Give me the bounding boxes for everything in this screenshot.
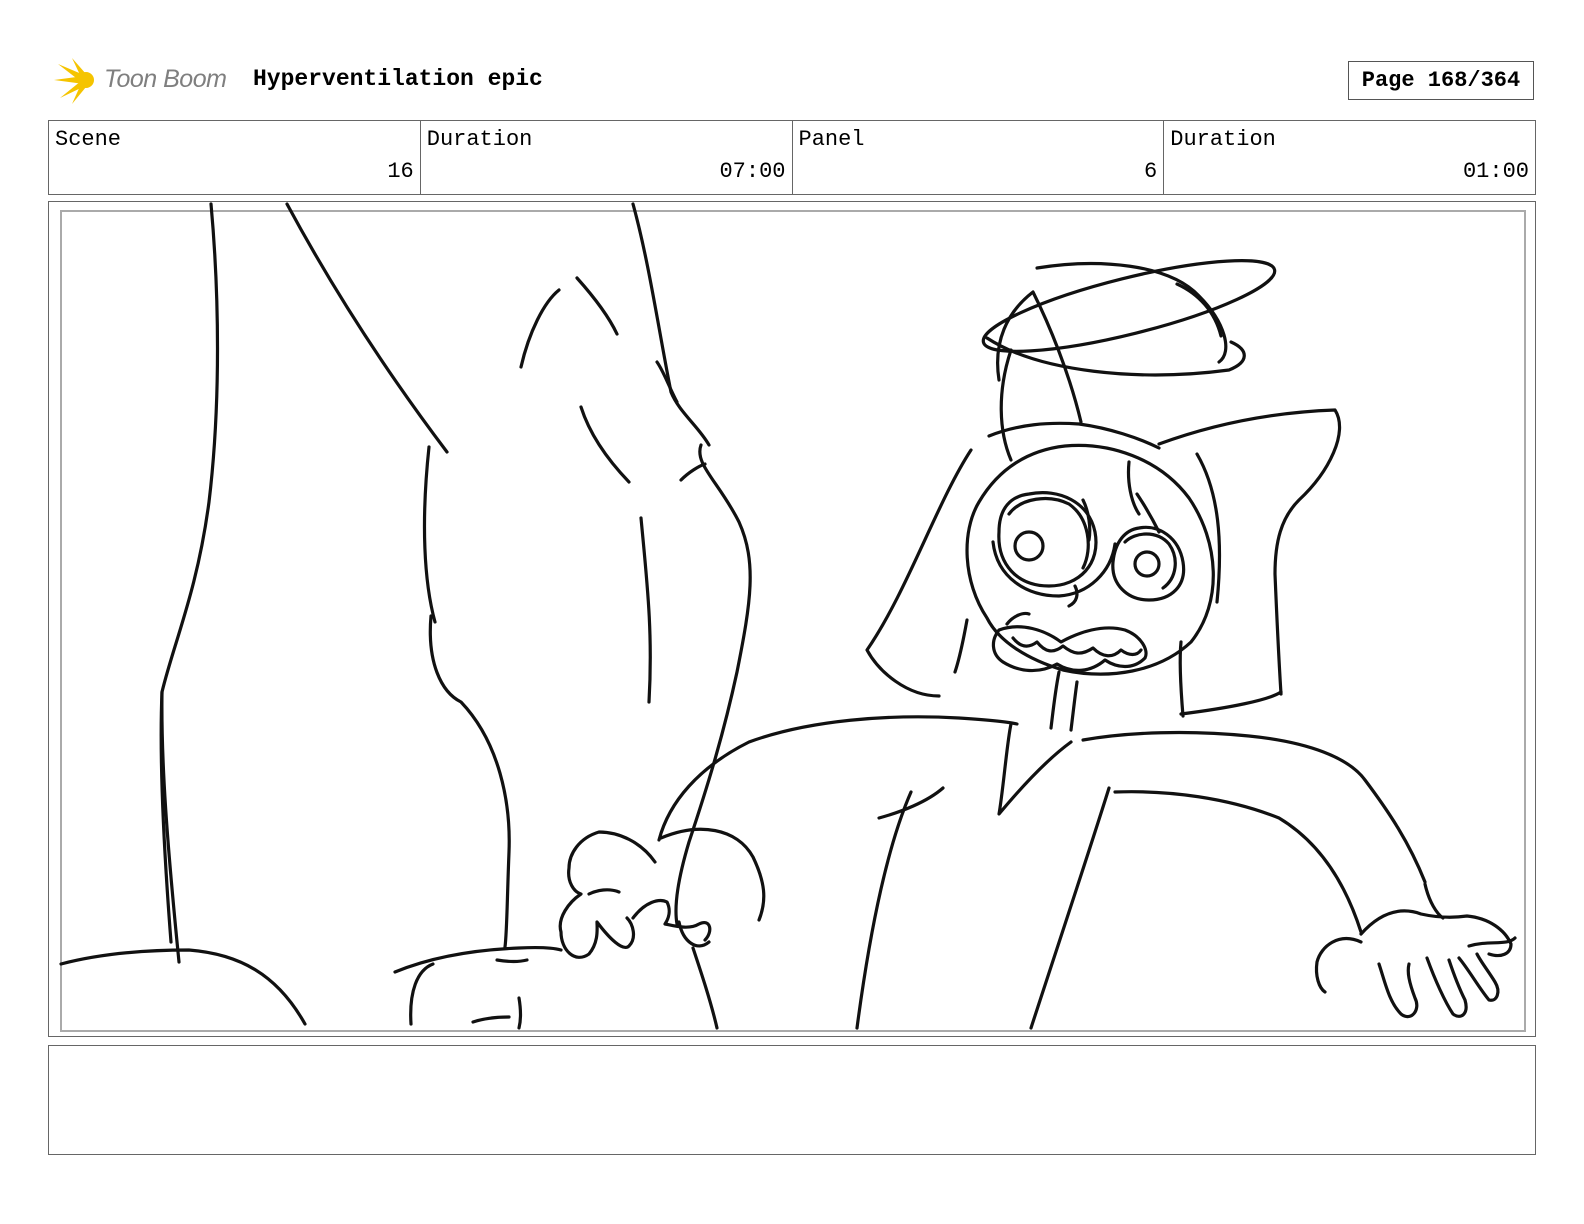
panel-notes-box [48, 1045, 1536, 1155]
scene-duration-cell: Duration 07:00 [421, 121, 793, 194]
project-title: Hyperventilation epic [253, 66, 543, 92]
toon-boom-logo: Toon Boom [50, 56, 240, 106]
storyboard-panel [48, 201, 1536, 1037]
scene-info-table: Scene 16 Duration 07:00 Panel 6 Duration… [48, 120, 1536, 195]
panel-duration-cell: Duration 01:00 [1164, 121, 1535, 194]
scene-label: Scene [55, 127, 122, 152]
panel-value: 6 [1144, 159, 1158, 184]
panel-sketch [59, 202, 1517, 1030]
page-indicator: Page 168/364 [1348, 61, 1534, 100]
scene-cell: Scene 16 [49, 121, 421, 194]
scene-value: 16 [387, 159, 414, 184]
panel-duration-label: Duration [1170, 127, 1276, 152]
sunburst-icon [54, 58, 94, 104]
logo-wordmark: Toon Boom [104, 65, 227, 93]
scene-duration-value: 07:00 [719, 159, 786, 184]
panel-label: Panel [798, 127, 865, 152]
scene-duration-label: Duration [426, 127, 533, 152]
panel-cell: Panel 6 [793, 121, 1165, 194]
panel-duration-value: 01:00 [1462, 159, 1529, 184]
